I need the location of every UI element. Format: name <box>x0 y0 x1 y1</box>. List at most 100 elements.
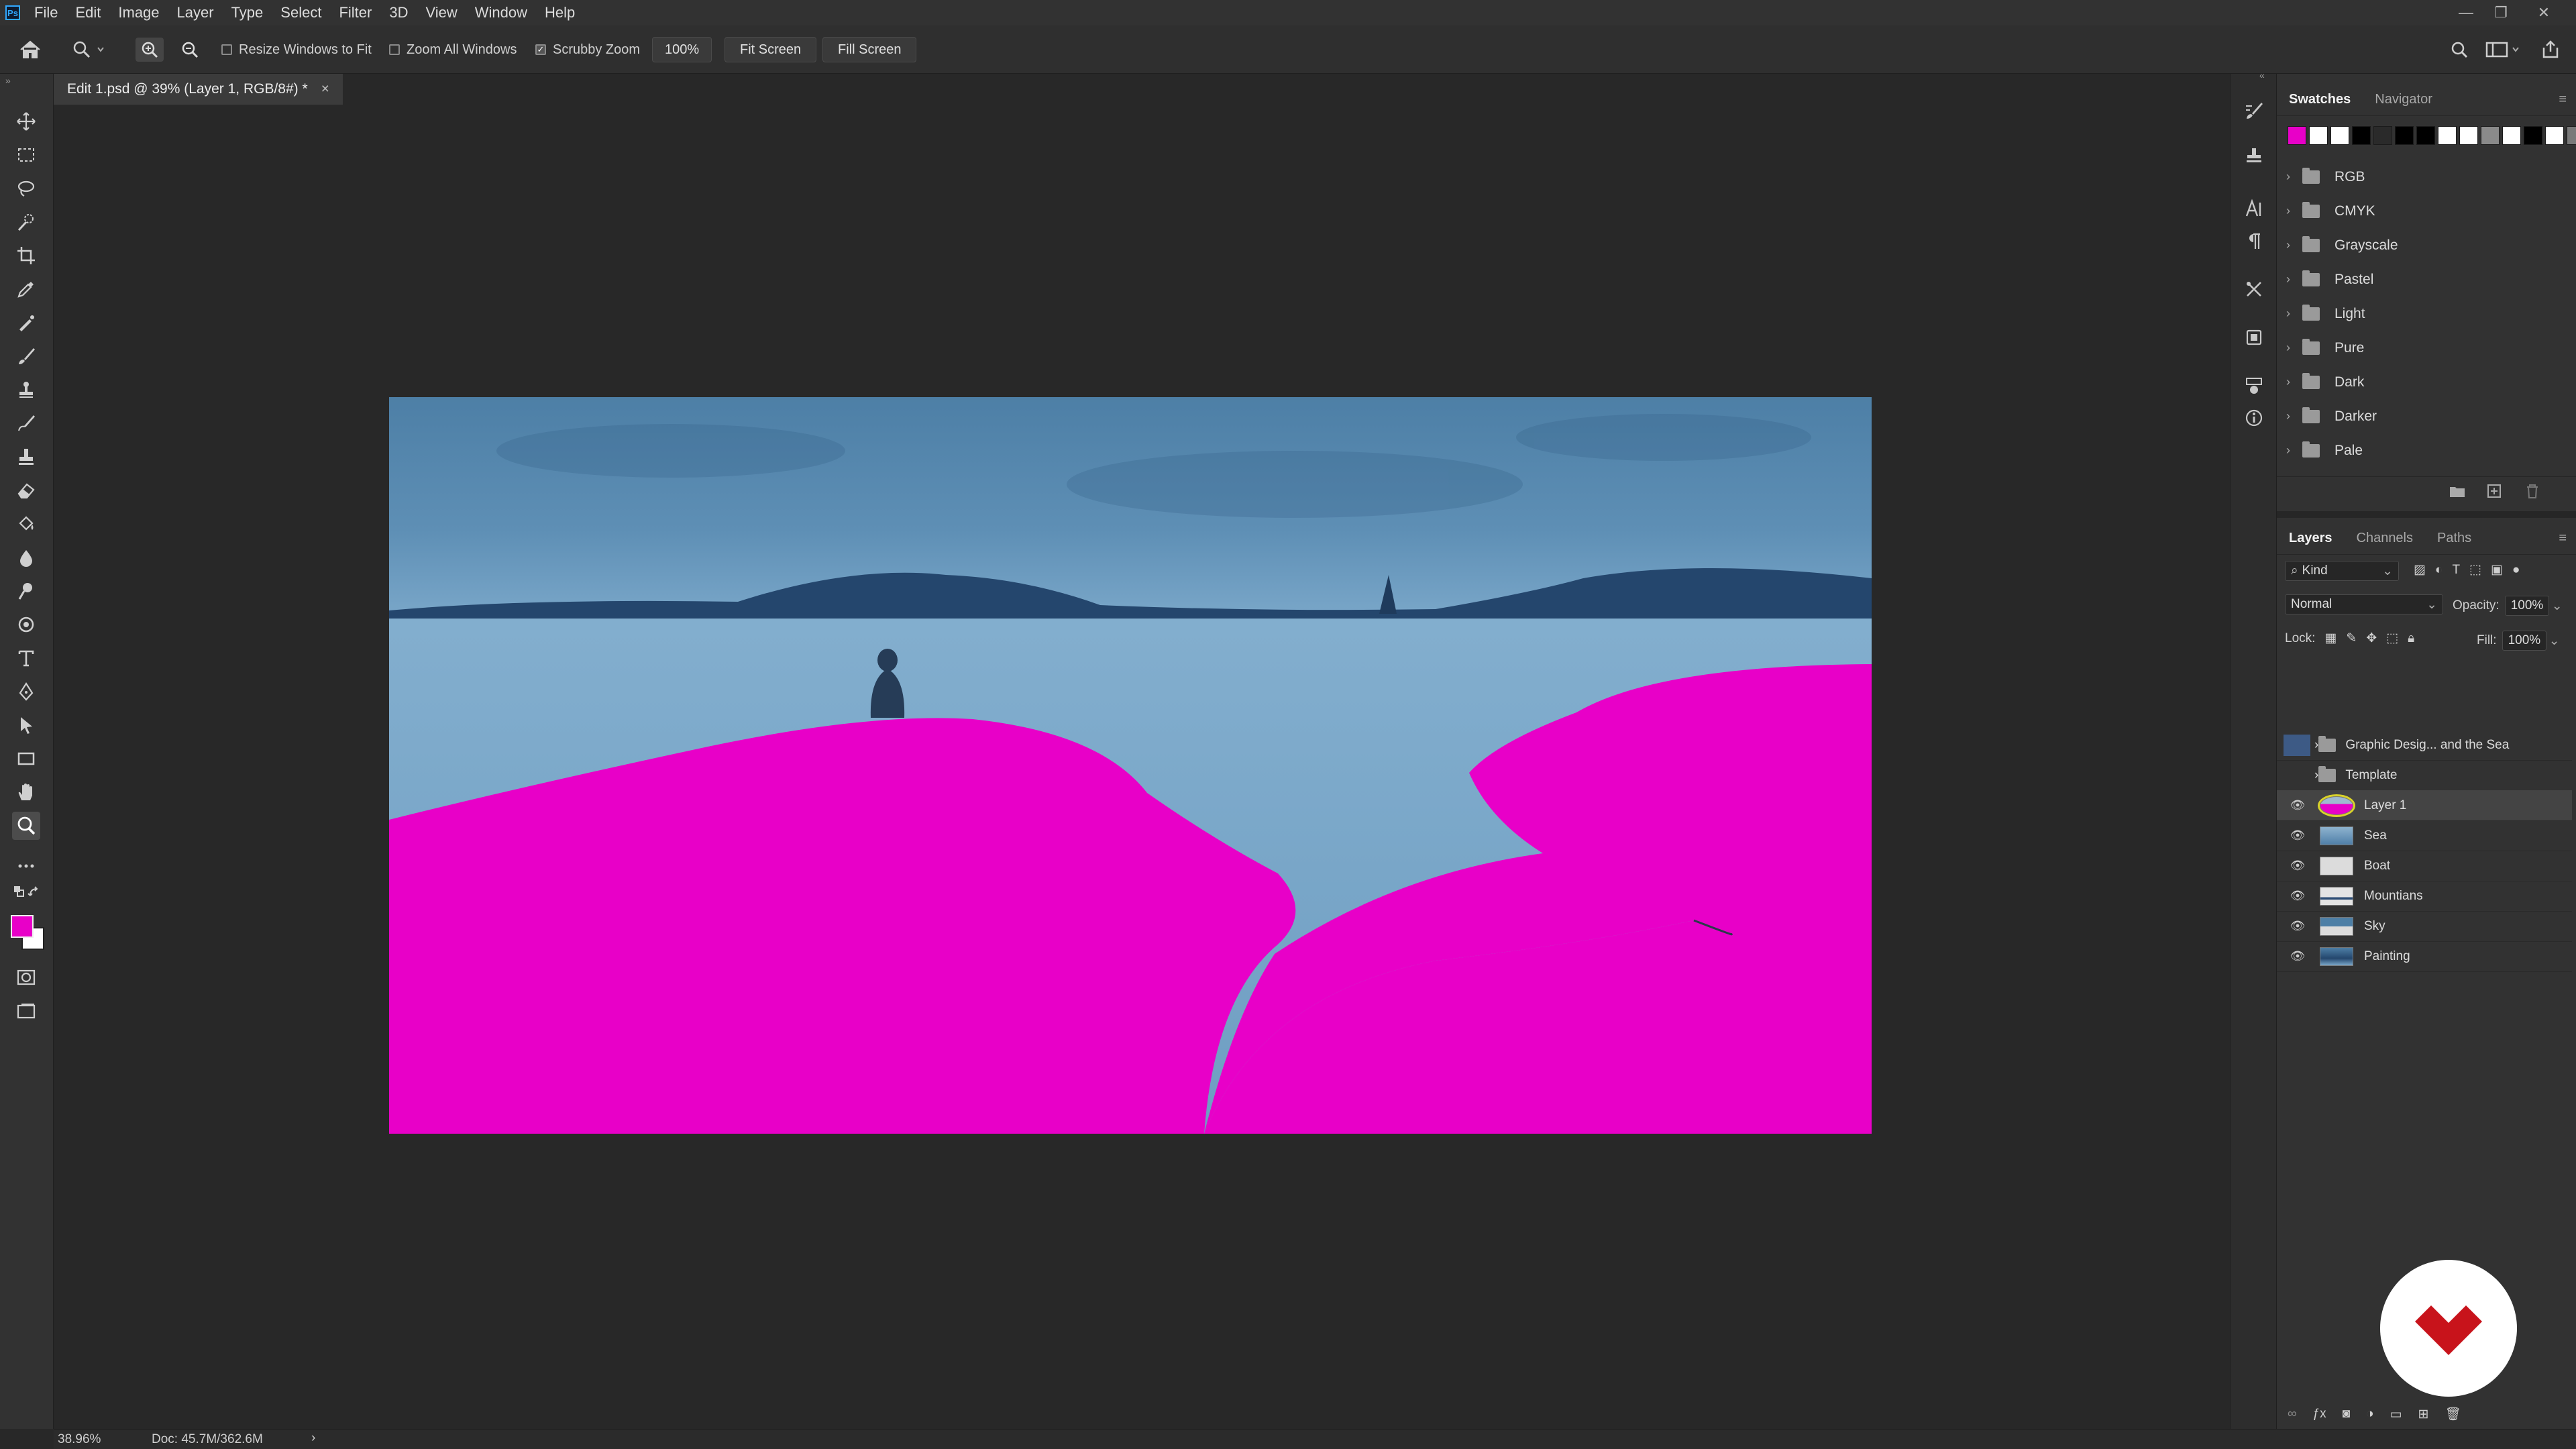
lock-pixels-icon[interactable]: ✎ <box>2346 631 2357 646</box>
tab-paths[interactable]: Paths <box>2425 522 2483 554</box>
document-tab[interactable]: Edit 1.psd @ 39% (Layer 1, RGB/8#) * × <box>54 74 343 105</box>
menu-layer[interactable]: Layer <box>168 4 223 21</box>
tab-layers[interactable]: Layers <box>2277 522 2345 554</box>
brush-tool-icon[interactable] <box>12 342 40 370</box>
swatch-gray[interactable] <box>2567 126 2576 145</box>
menu-view[interactable]: View <box>417 4 466 21</box>
chevron-down-icon[interactable]: ⌄ <box>2549 633 2560 649</box>
screen-mode-icon[interactable] <box>12 997 40 1025</box>
menu-image[interactable]: Image <box>109 4 168 21</box>
lock-transparent-icon[interactable]: ▦ <box>2324 631 2337 646</box>
swatch-black[interactable] <box>2524 126 2542 145</box>
scrubby-zoom-checkbox[interactable]: ✓ Scrubby Zoom <box>535 38 640 62</box>
tab-swatches[interactable]: Swatches <box>2277 83 2363 115</box>
info-icon[interactable] <box>2240 404 2268 432</box>
layer-row[interactable]: 👁︎ Mountians <box>2277 881 2572 912</box>
shape-filter-icon[interactable]: ⬚ <box>2469 562 2481 578</box>
zoom-level[interactable]: 38.96% <box>58 1432 101 1447</box>
photoshop-logo-icon[interactable]: Ps <box>0 0 25 25</box>
layer-row[interactable]: 👁︎ Sea <box>2277 820 2572 851</box>
close-window-button[interactable]: ✕ <box>2526 0 2561 25</box>
eye-icon[interactable]: 👁︎ <box>2288 949 2308 963</box>
eye-icon[interactable]: 👁︎ <box>2288 859 2308 873</box>
menu-select[interactable]: Select <box>272 4 330 21</box>
menu-file[interactable]: File <box>25 4 66 21</box>
menu-edit[interactable]: Edit <box>66 4 109 21</box>
collapse-panels-icon[interactable]: « <box>2259 70 2265 80</box>
menu-type[interactable]: Type <box>223 4 272 21</box>
swatch-group-dark[interactable]: › Dark <box>2277 365 2576 399</box>
lock-all-icon[interactable]: 🔒︎ <box>2408 631 2414 646</box>
layer-group-row[interactable]: › Graphic Desig... and the Sea <box>2277 730 2572 761</box>
panel-menu-icon[interactable]: ≡ <box>2559 531 2567 546</box>
search-icon[interactable] <box>2449 38 2471 62</box>
opacity-input[interactable]: 100% <box>2504 596 2549 616</box>
adjustment-filter-icon[interactable]: ◐ <box>2435 563 2443 578</box>
character-panel-icon[interactable] <box>2240 195 2268 223</box>
fit-screen-button[interactable]: Fit Screen <box>724 37 817 62</box>
chevron-right-icon[interactable]: › <box>2286 170 2302 184</box>
status-menu-arrow-icon[interactable]: › <box>311 1431 315 1446</box>
blend-mode-select[interactable]: Normal ⌄ <box>2285 594 2443 614</box>
chevron-right-icon[interactable]: › <box>2286 341 2302 355</box>
eraser-tool-icon[interactable] <box>12 476 40 504</box>
chevron-right-icon[interactable]: › <box>2286 443 2302 458</box>
swatch-black[interactable] <box>2416 126 2435 145</box>
panel-menu-icon[interactable]: ≡ <box>2559 92 2567 107</box>
fill-screen-button[interactable]: Fill Screen <box>822 37 917 62</box>
layer-row[interactable]: 👁︎ Painting <box>2277 941 2572 972</box>
menu-3d[interactable]: 3D <box>380 4 417 21</box>
swatch-black[interactable] <box>2352 126 2371 145</box>
paragraph-panel-icon[interactable] <box>2240 227 2268 255</box>
chevron-right-icon[interactable]: › <box>2286 307 2302 321</box>
add-mask-icon[interactable]: ◙ <box>2343 1407 2350 1421</box>
swatch-group-darker[interactable]: › Darker <box>2277 399 2576 433</box>
layer-filter-kind-select[interactable]: ⌕ Kind ⌄ <box>2285 561 2399 581</box>
resize-windows-checkbox[interactable]: Resize Windows to Fit <box>221 38 372 62</box>
new-swatch-icon[interactable] <box>2486 483 2504 499</box>
brush-settings-icon[interactable] <box>2240 97 2268 125</box>
checkbox-unchecked-icon[interactable] <box>221 44 232 55</box>
swatch-group-cmyk[interactable]: › CMYK <box>2277 194 2576 228</box>
swatch-white[interactable] <box>2545 126 2564 145</box>
filter-toggle-icon[interactable]: ● <box>2512 563 2520 578</box>
layer-row[interactable]: 👁︎ Boat <box>2277 851 2572 881</box>
chevron-right-icon[interactable]: › <box>2286 375 2302 389</box>
collapse-toolbar-icon[interactable]: » <box>5 75 11 86</box>
chevron-right-icon[interactable]: › <box>2286 238 2302 252</box>
paint-bucket-icon[interactable] <box>12 510 40 538</box>
eye-icon[interactable]: 👁︎ <box>2288 828 2308 843</box>
rectangle-tool-icon[interactable] <box>12 745 40 773</box>
adjustments-icon[interactable] <box>2240 372 2268 400</box>
menu-filter[interactable]: Filter <box>330 4 380 21</box>
menu-window[interactable]: Window <box>466 4 536 21</box>
zoom-all-windows-checkbox[interactable]: Zoom All Windows <box>389 38 517 62</box>
layer-row[interactable]: 👁︎ Sky <box>2277 911 2572 942</box>
swatch-group-rgb[interactable]: › RGB <box>2277 160 2576 194</box>
default-colors-icon[interactable] <box>12 884 40 902</box>
new-layer-icon[interactable]: ⊞ <box>2418 1407 2429 1422</box>
lock-artboard-icon[interactable]: ⬚ <box>2386 631 2398 646</box>
chevron-right-icon[interactable]: › <box>2286 204 2302 218</box>
crop-tool-icon[interactable] <box>12 241 40 270</box>
lock-position-icon[interactable]: ✥ <box>2366 631 2377 646</box>
type-tool-icon[interactable] <box>12 644 40 672</box>
blur-tool-icon[interactable] <box>12 543 40 572</box>
swatch-group-light[interactable]: › Light <box>2277 297 2576 331</box>
delete-layer-icon[interactable]: 🗑︎ <box>2445 1406 2461 1422</box>
eye-icon[interactable]: 👁︎ <box>2288 798 2308 812</box>
spot-healing-brush-icon[interactable] <box>12 309 40 337</box>
menu-help[interactable]: Help <box>536 4 584 21</box>
eye-icon[interactable]: 👁︎ <box>2288 919 2308 933</box>
marquee-tool-icon[interactable] <box>12 141 40 169</box>
zoom-out-icon[interactable] <box>176 38 204 62</box>
layer-group-row[interactable]: › Template <box>2277 760 2572 791</box>
tab-navigator[interactable]: Navigator <box>2363 83 2445 115</box>
quick-mask-icon[interactable] <box>12 963 40 991</box>
checkbox-unchecked-icon[interactable] <box>389 44 400 55</box>
link-layers-icon[interactable]: ∞ <box>2288 1407 2297 1421</box>
tab-channels[interactable]: Channels <box>2345 522 2426 554</box>
pen-tool-icon[interactable] <box>12 678 40 706</box>
close-tab-icon[interactable]: × <box>321 81 329 97</box>
new-swatch-group-icon[interactable] <box>2449 483 2466 499</box>
